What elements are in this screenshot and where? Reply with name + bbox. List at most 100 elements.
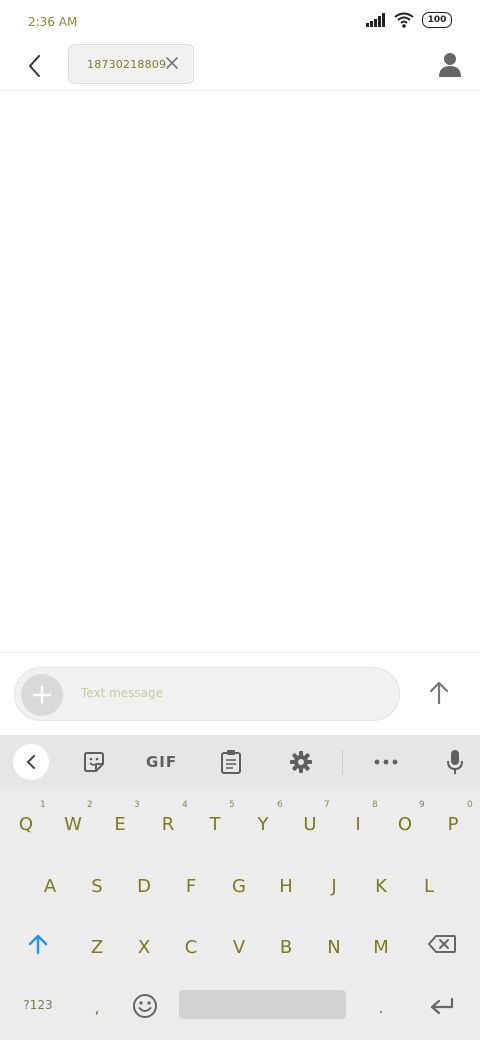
symbols-key-label: ?123 <box>23 998 53 1012</box>
gear-icon <box>290 751 312 773</box>
key-label: F <box>185 875 197 897</box>
key-hint: 9 <box>419 800 425 810</box>
key-b[interactable]: B <box>266 922 306 972</box>
key-hint: 3 <box>134 800 140 810</box>
comma-key[interactable]: , <box>82 990 112 1024</box>
key-label: W <box>64 813 82 835</box>
period-key[interactable]: . <box>366 990 396 1024</box>
key-label: J <box>331 875 337 897</box>
key-s[interactable]: S <box>77 861 117 911</box>
wifi-icon <box>394 12 414 28</box>
status-time: 2:36 AM <box>28 15 78 29</box>
key-label: H <box>279 875 293 897</box>
key-label: S <box>91 875 103 897</box>
backspace-key[interactable] <box>422 922 462 966</box>
conversation-header: 18730218809 <box>0 44 480 91</box>
gif-button[interactable]: GIF <box>146 753 177 771</box>
remove-recipient-icon[interactable] <box>165 56 179 70</box>
keyboard-toolbar: GIF <box>0 735 480 789</box>
key-hint: 0 <box>467 800 473 810</box>
key-g[interactable]: G <box>219 861 259 911</box>
key-hint: 4 <box>182 800 188 810</box>
key-label: X <box>137 936 151 958</box>
emoji-key[interactable] <box>128 989 162 1023</box>
key-f[interactable]: F <box>171 861 211 911</box>
key-label: T <box>209 813 221 835</box>
key-hint: 8 <box>372 800 378 810</box>
microphone-icon <box>447 750 463 774</box>
contact-icon[interactable] <box>436 50 464 78</box>
send-button[interactable] <box>424 678 454 708</box>
battery-level: 100 <box>427 15 447 25</box>
key-h[interactable]: H <box>266 861 306 911</box>
clipboard-icon <box>221 750 241 774</box>
key-label: V <box>232 936 246 958</box>
key-hint: 5 <box>229 800 235 810</box>
enter-key[interactable] <box>424 991 460 1021</box>
symbols-key[interactable]: ?123 <box>14 990 62 1020</box>
back-button[interactable] <box>18 46 50 86</box>
period-key-label: . <box>378 997 384 1017</box>
key-label: R <box>161 813 175 835</box>
key-hint: 6 <box>277 800 283 810</box>
back-arrow-icon <box>28 55 40 77</box>
key-a[interactable]: A <box>30 861 70 911</box>
clipboard-button[interactable] <box>218 749 244 775</box>
recipient-chip[interactable]: 18730218809 <box>68 44 194 84</box>
key-hint: 1 <box>40 800 46 810</box>
more-button[interactable] <box>373 749 399 775</box>
key-label: A <box>43 875 57 897</box>
message-list <box>0 91 480 652</box>
key-label: B <box>279 936 293 958</box>
battery-icon: 100 <box>422 12 452 28</box>
key-k[interactable]: K <box>361 861 401 911</box>
key-label: M <box>373 936 389 958</box>
enter-icon <box>430 997 454 1015</box>
key-label: P <box>447 813 459 835</box>
key-hint: 2 <box>87 800 93 810</box>
key-label: G <box>232 875 246 897</box>
settings-button[interactable] <box>288 749 314 775</box>
status-icons: 100 <box>366 12 452 28</box>
keyboard: G I F Q 1 W 2 E 3 R 4 T 5 Y 6 U 7 I 8 O 9 … <box>0 735 480 1040</box>
key-j[interactable]: J <box>314 861 354 911</box>
key-hint: 7 <box>324 800 330 810</box>
key-d[interactable]: D <box>124 861 164 911</box>
toolbar-divider <box>342 749 343 775</box>
sticker-icon <box>84 752 104 772</box>
plus-icon <box>32 685 52 705</box>
key-label: I <box>355 813 361 835</box>
key-v[interactable]: V <box>219 922 259 972</box>
key-l[interactable]: L <box>409 861 449 911</box>
message-placeholder: Text message <box>81 686 164 700</box>
backspace-icon <box>428 935 456 953</box>
status-bar: 2:36 AM 100 <box>0 0 480 44</box>
key-m[interactable]: M <box>361 922 401 972</box>
shift-arrow-icon <box>28 934 48 955</box>
compose-divider <box>0 652 480 653</box>
key-x[interactable]: X <box>124 922 164 972</box>
smiley-icon <box>133 994 157 1018</box>
key-z[interactable]: Z <box>77 922 117 972</box>
key-n[interactable]: N <box>314 922 354 972</box>
more-dots-icon <box>374 759 398 765</box>
key-label: O <box>397 813 413 835</box>
key-label: Z <box>90 936 104 958</box>
key-label: Q <box>18 813 34 835</box>
key-label: E <box>114 813 126 835</box>
key-c[interactable]: C <box>171 922 211 972</box>
space-bar[interactable] <box>179 990 346 1019</box>
key-label: D <box>137 875 151 897</box>
key-label: N <box>327 936 341 958</box>
voice-input-button[interactable] <box>442 749 468 775</box>
chevron-left-icon <box>26 755 35 769</box>
key-label: Y <box>257 813 269 835</box>
comma-key-label: , <box>94 997 100 1017</box>
shift-key[interactable] <box>20 922 56 966</box>
message-input[interactable]: Text message <box>14 667 400 721</box>
attach-button[interactable] <box>21 674 63 716</box>
key-label: K <box>375 875 387 897</box>
sticker-button[interactable] <box>81 749 107 775</box>
collapse-keyboard-button[interactable] <box>13 744 49 780</box>
key-label: L <box>423 875 435 897</box>
